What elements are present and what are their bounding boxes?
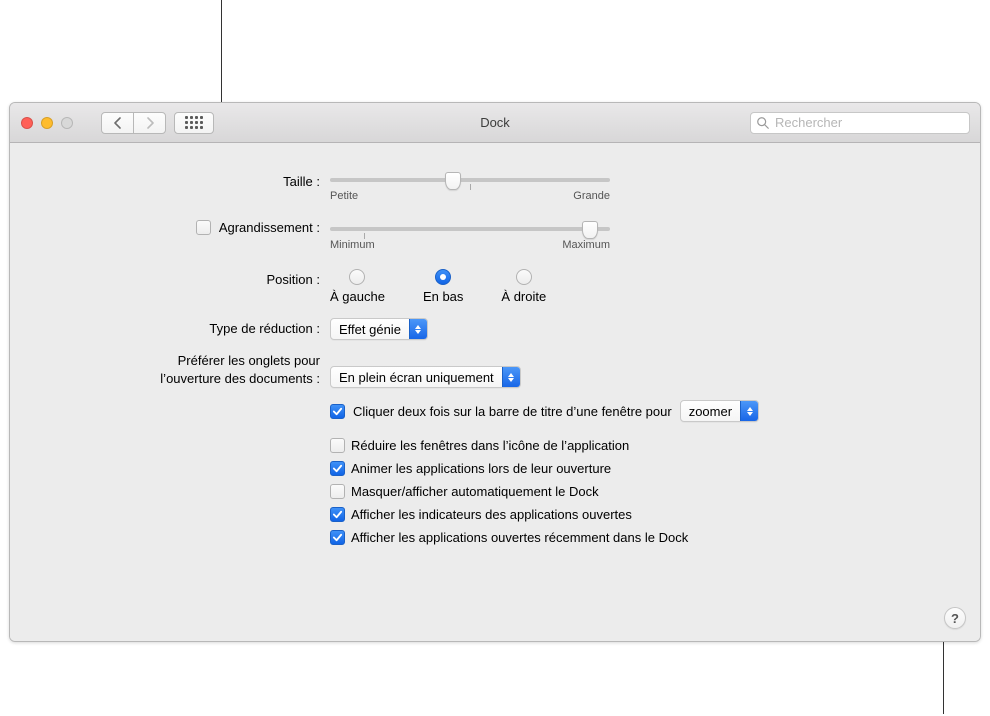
- option-row: Afficher les applications ouvertes récem…: [330, 530, 960, 545]
- grid-icon: [185, 116, 203, 129]
- size-min-label: Petite: [330, 190, 358, 202]
- select-arrows-icon: [502, 367, 520, 387]
- options-list: Cliquer deux fois sur la barre de titre …: [330, 400, 960, 545]
- search-input[interactable]: [750, 112, 970, 134]
- position-row: Position : À gauche En bas À droite: [30, 269, 960, 304]
- prefer-tabs-label-line2: l’ouverture des documents :: [30, 370, 320, 388]
- position-radio-label: En bas: [423, 289, 463, 304]
- search-wrap: [750, 112, 970, 134]
- double-click-action-select[interactable]: zoomer: [680, 400, 759, 422]
- magnification-label: Agrandissement :: [219, 220, 320, 235]
- magnification-slider-thumb[interactable]: [582, 221, 598, 239]
- select-arrows-icon: [740, 401, 758, 421]
- zoom-button: [61, 117, 73, 129]
- chevron-right-icon: [145, 117, 155, 129]
- close-button[interactable]: [21, 117, 33, 129]
- option-checkbox[interactable]: [330, 530, 345, 545]
- option-label: Afficher les indicateurs des application…: [351, 507, 632, 522]
- option-label: Afficher les applications ouvertes récem…: [351, 530, 688, 545]
- dock-pane: Taille : Petite Grande: [10, 143, 980, 641]
- position-option[interactable]: En bas: [423, 269, 463, 304]
- option-checkbox[interactable]: [330, 484, 345, 499]
- help-icon: ?: [951, 611, 959, 626]
- double-click-row: Cliquer deux fois sur la barre de titre …: [330, 400, 960, 422]
- minimize-effect-value: Effet génie: [331, 322, 409, 337]
- option-label: Animer les applications lors de leur ouv…: [351, 461, 611, 476]
- minimize-effect-row: Type de réduction : Effet génie: [30, 318, 960, 340]
- option-row: Afficher les indicateurs des application…: [330, 507, 960, 522]
- forward-button[interactable]: [133, 112, 166, 134]
- minimize-effect-select[interactable]: Effet génie: [330, 318, 428, 340]
- preferences-window: Dock Taille : Petite Grande: [9, 102, 981, 642]
- titlebar: Dock: [10, 103, 980, 143]
- position-radio-label: À droite: [501, 289, 546, 304]
- magnification-max-label: Maximum: [562, 239, 610, 251]
- size-max-label: Grande: [573, 190, 610, 202]
- size-label: Taille :: [30, 171, 330, 189]
- minimize-button[interactable]: [41, 117, 53, 129]
- position-radio-label: À gauche: [330, 289, 385, 304]
- option-row: Masquer/afficher automatiquement le Dock: [330, 484, 960, 499]
- back-button[interactable]: [101, 112, 134, 134]
- select-arrows-icon: [409, 319, 427, 339]
- magnification-row: Agrandissement : Minimum Maximum: [30, 220, 960, 251]
- option-row: Animer les applications lors de leur ouv…: [330, 461, 960, 476]
- double-click-action-value: zoomer: [681, 404, 740, 419]
- double-click-label: Cliquer deux fois sur la barre de titre …: [353, 404, 672, 419]
- size-slider[interactable]: [330, 178, 610, 182]
- position-option[interactable]: À droite: [501, 269, 546, 304]
- size-slider-thumb[interactable]: [445, 172, 461, 190]
- check-icon: [332, 532, 343, 543]
- prefer-tabs-value: En plein écran uniquement: [331, 370, 502, 385]
- option-checkbox[interactable]: [330, 438, 345, 453]
- option-label: Masquer/afficher automatiquement le Dock: [351, 484, 599, 499]
- magnification-slider[interactable]: [330, 227, 610, 231]
- prefer-tabs-row: Préférer les onglets pour l’ouverture de…: [30, 352, 960, 388]
- size-row: Taille : Petite Grande: [30, 171, 960, 202]
- position-radio[interactable]: [516, 269, 532, 285]
- check-icon: [332, 406, 343, 417]
- prefer-tabs-select[interactable]: En plein écran uniquement: [330, 366, 521, 388]
- position-label: Position :: [30, 269, 330, 287]
- minimize-effect-label: Type de réduction :: [30, 318, 330, 336]
- double-click-checkbox[interactable]: [330, 404, 345, 419]
- option-label: Réduire les fenêtres dans l’icône de l’a…: [351, 438, 629, 453]
- position-option[interactable]: À gauche: [330, 269, 385, 304]
- check-icon: [332, 463, 343, 474]
- window-controls: [21, 117, 73, 129]
- position-radio[interactable]: [349, 269, 365, 285]
- position-radio[interactable]: [435, 269, 451, 285]
- help-button[interactable]: ?: [944, 607, 966, 629]
- magnification-checkbox[interactable]: [196, 220, 211, 235]
- option-checkbox[interactable]: [330, 461, 345, 476]
- search-icon: [756, 116, 770, 130]
- prefer-tabs-label: Préférer les onglets pour l’ouverture de…: [30, 352, 330, 387]
- option-checkbox[interactable]: [330, 507, 345, 522]
- callout-line-top: [221, 0, 222, 109]
- show-all-button[interactable]: [174, 112, 214, 134]
- check-icon: [332, 509, 343, 520]
- callout-line-bottom: [943, 634, 944, 714]
- prefer-tabs-label-line1: Préférer les onglets pour: [30, 352, 320, 370]
- nav-group: [101, 112, 166, 134]
- magnification-min-label: Minimum: [330, 239, 375, 251]
- option-row: Réduire les fenêtres dans l’icône de l’a…: [330, 438, 960, 453]
- chevron-left-icon: [113, 117, 123, 129]
